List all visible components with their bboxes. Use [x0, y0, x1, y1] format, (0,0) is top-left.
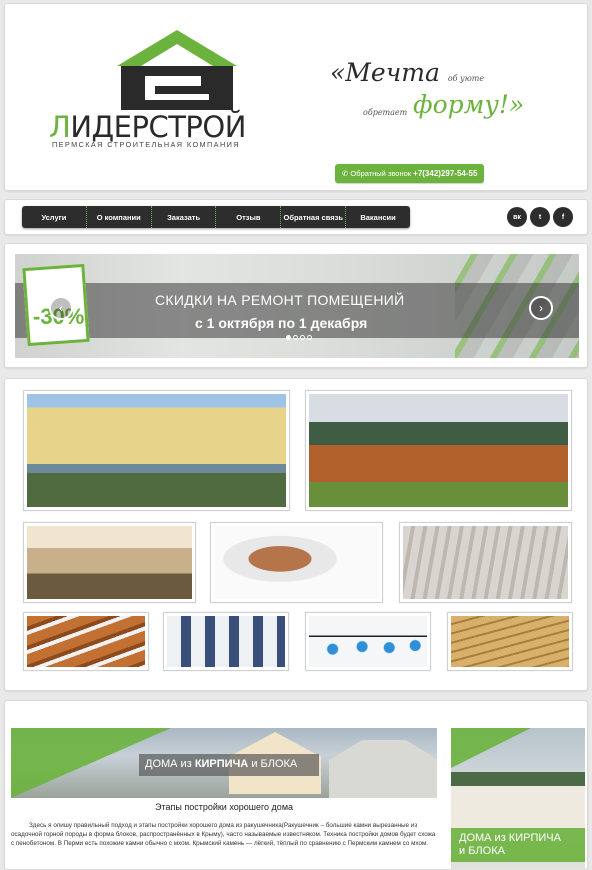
gallery-log-house-photo[interactable] [305, 390, 572, 511]
worker-photo [403, 526, 568, 599]
phone-icon: ✆ [342, 169, 349, 178]
bulbs-photo [309, 616, 427, 667]
callback-phone: +7(342)297-54-55 [413, 169, 478, 178]
slogan-small-2: обретает [363, 108, 408, 117]
logo-wordmark-first: Л [49, 110, 71, 144]
navigation-bar: Услуги О компании Заказать Отзыв Обратна… [4, 199, 588, 235]
main-menu: Услуги О компании Заказать Отзыв Обратна… [22, 206, 410, 228]
slide-headline: СКИДКИ НА РЕМОНТ ПОМЕЩЕНИЙ [155, 292, 405, 308]
facebook-icon[interactable]: f [553, 207, 573, 227]
site-header: ЛИДЕРСТРОЙ ПЕРМСКАЯ СТРОИТЕЛЬНАЯ КОМПАНИ… [4, 3, 588, 191]
gallery-bulbs-photo[interactable] [305, 612, 431, 671]
slider-pagination [286, 335, 312, 340]
pipes-photo [27, 616, 145, 667]
facade-photo [27, 394, 286, 507]
gallery-siding-photo[interactable] [163, 612, 289, 671]
callback-label: Обратный звонок [350, 169, 412, 178]
project-gallery [4, 378, 588, 691]
banner-caption-part-2: КИРПИЧА [194, 758, 249, 770]
slider-dot[interactable] [300, 335, 305, 340]
gallery-pipes-photo[interactable] [23, 612, 149, 671]
banner-house-image-2 [329, 740, 437, 798]
slider-dot[interactable] [286, 335, 291, 340]
callback-button[interactable]: ✆ Обратный звонок +7(342)297-54-55 [335, 164, 485, 183]
side-banner[interactable]: ДОМА из КИРПИЧА и БЛОКА [451, 728, 585, 870]
house-logo-icon [117, 30, 237, 110]
gallery-worker-photo[interactable] [399, 522, 572, 603]
side-banner-green-triangle [451, 728, 531, 768]
timber-photo [451, 616, 569, 667]
slider-dot[interactable] [293, 335, 298, 340]
banner-caption: ДОМА из КИРПИЧА и БЛОКА [145, 758, 297, 770]
slogan-small-1: об уюте [447, 74, 485, 83]
logo-wordmark-rest: ИДЕРСТРОЙ [70, 110, 246, 144]
menu-item-services[interactable]: Услуги [22, 206, 87, 228]
side-banner-line-1: ДОМА из КИРПИЧА [459, 832, 561, 844]
promo-slider[interactable]: -30% СКИДКИ НА РЕМОНТ ПОМЕЩЕНИЙ с 1 октя… [15, 254, 579, 358]
promo-slider-panel: -30% СКИДКИ НА РЕМОНТ ПОМЕЩЕНИЙ с 1 октя… [4, 243, 588, 368]
log-house-photo [309, 394, 568, 507]
slider-dot[interactable] [307, 335, 312, 340]
slogan: «Мечта об уюте обретает форму!» [325, 54, 555, 134]
gallery-timber-photo[interactable] [447, 612, 573, 671]
twitter-icon[interactable]: t [530, 207, 550, 227]
gallery-interior-photo[interactable] [23, 522, 196, 603]
chevron-right-icon[interactable]: › [529, 296, 553, 320]
article-title[interactable]: Этапы постройки хорошего дома [11, 802, 437, 812]
menu-item-order[interactable]: Заказать [152, 206, 217, 228]
banner-caption-part-3: и БЛОКА [251, 758, 298, 770]
roof-model-photo [214, 526, 379, 599]
side-banner-line-2: и БЛОКА [459, 845, 505, 857]
slide-dates: с 1 октября по 1 декабря [195, 315, 368, 331]
menu-item-reviews[interactable]: Отзыв [216, 206, 282, 228]
side-banner-caption: ДОМА из КИРПИЧА и БЛОКА [459, 832, 561, 858]
interior-photo [27, 526, 192, 599]
article-text: Здесь я опишу правильный подход и этапы … [11, 822, 436, 847]
article-banner[interactable]: ДОМА из КИРПИЧА и БЛОКА [11, 728, 437, 798]
vk-icon[interactable]: вк [507, 207, 527, 227]
gallery-roof-model-photo[interactable] [210, 522, 383, 603]
menu-item-feedback[interactable]: Обратная связь [281, 206, 347, 228]
siding-photo [167, 616, 285, 667]
content-section: ДОМА из КИРПИЧА и БЛОКА Этапы постройки … [4, 700, 588, 870]
company-logo[interactable]: ЛИДЕРСТРОЙ ПЕРМСКАЯ СТРОИТЕЛЬНАЯ КОМПАНИ… [49, 26, 274, 156]
slogan-line-1: «Мечта об уюте [330, 58, 484, 87]
menu-item-vacancies[interactable]: Вакансии [346, 206, 410, 228]
slogan-word-1: «Мечта [330, 58, 440, 87]
gallery-facade-photo[interactable] [23, 390, 290, 511]
logo-tagline: ПЕРМСКАЯ СТРОИТЕЛЬНАЯ КОМПАНИЯ [52, 140, 240, 149]
slogan-word-2: форму!» [413, 90, 525, 119]
menu-item-about[interactable]: О компании [87, 206, 152, 228]
logo-wordmark: ЛИДЕРСТРОЙ [49, 110, 246, 144]
chevron-left-icon[interactable]: ‹ [49, 296, 73, 320]
banner-caption-part-1: ДОМА из [145, 758, 192, 770]
